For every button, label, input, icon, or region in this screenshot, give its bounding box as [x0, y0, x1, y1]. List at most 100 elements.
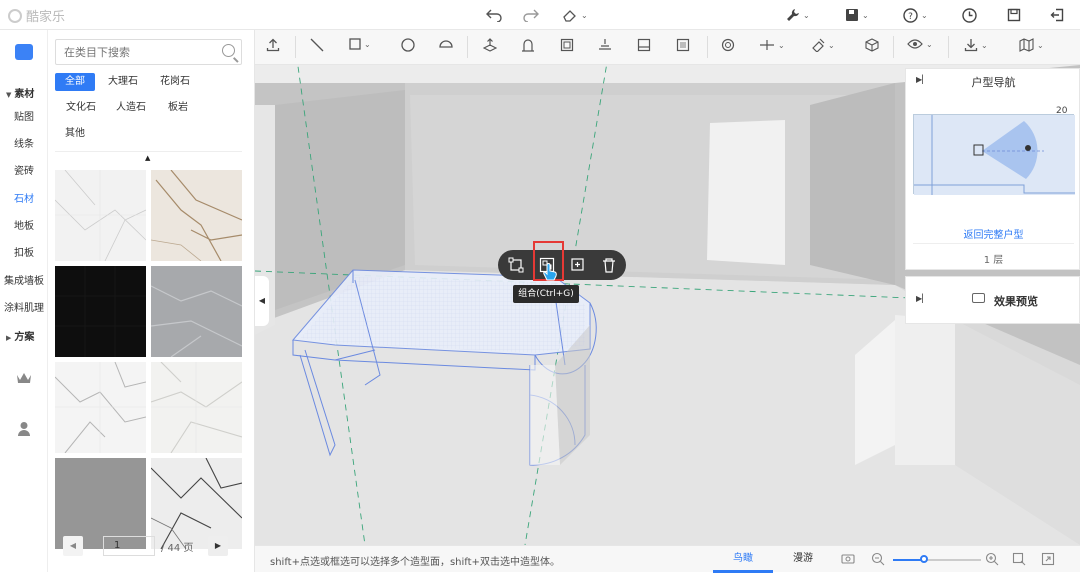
pagination: ◀ 1 / 44 页 ▶ [63, 536, 233, 556]
materials-cube-icon[interactable] [15, 44, 33, 60]
material-tile[interactable] [55, 266, 146, 357]
material-tile[interactable] [151, 362, 242, 453]
floorplan-minimap[interactable] [913, 114, 1075, 195]
redo-icon[interactable] [523, 5, 539, 25]
rotate-icon[interactable] [521, 38, 535, 52]
nav-item-lines[interactable]: 线条 [0, 135, 48, 150]
left-nav: ▼ 素材 贴图 线条 瓷砖 石材 地板 扣板 集成墙板 涂料肌理 ▶ 方案 [0, 30, 48, 572]
circle-icon[interactable] [401, 38, 415, 52]
effect-preview-card[interactable]: ▶▏ 效果预览 [905, 276, 1080, 324]
status-bar: shift+点选或框选可以选择多个造型面，shift+双击选中造型体。 鸟瞰 漫… [255, 545, 1080, 573]
next-page-button[interactable]: ▶ [208, 536, 228, 556]
category-other[interactable]: 其他 [55, 125, 95, 143]
material-tile[interactable] [151, 266, 242, 357]
category-culture-stone[interactable]: 文化石 [56, 99, 106, 117]
push-pull-icon[interactable] [483, 38, 497, 52]
arc-icon[interactable] [439, 38, 453, 48]
model-toolbar: ⌄ ⌄ ⌄ ⌄ ⌄ ⌄ [255, 30, 1080, 65]
align-icon[interactable] [598, 38, 612, 52]
clock-icon[interactable] [962, 5, 977, 25]
search-icon[interactable] [222, 44, 235, 57]
crown-icon[interactable] [16, 372, 32, 387]
nav-group-materials[interactable]: ▼ 素材 [0, 85, 48, 100]
undo-icon[interactable] [486, 5, 502, 25]
category-granite[interactable]: 花岗石 [150, 73, 200, 91]
separator [295, 36, 296, 58]
floorplan-nav-card: ▶▏ 户型导航 20 返回完整户型 1 层 [905, 68, 1080, 270]
nav-item-stone[interactable]: 石材 [0, 190, 48, 205]
save-icon[interactable]: ⌄ [845, 5, 869, 25]
nav-item-wall-panel[interactable]: 集成墙板 [0, 272, 48, 287]
fullscreen-icon[interactable] [1041, 552, 1055, 566]
material-tile[interactable] [55, 362, 146, 453]
select-frame-icon[interactable] [560, 38, 574, 52]
rectangle-icon[interactable]: ⌄ [349, 38, 371, 50]
nav-item-paint[interactable]: 涂料肌理 [0, 299, 48, 314]
divider [913, 243, 1074, 244]
user-icon[interactable] [17, 421, 31, 439]
nav-item-texture[interactable]: 贴图 [0, 108, 48, 123]
materials-panel: 全部 大理石 花岗石 文化石 人造石 板岩 其他 ▲ ◀ 1 / 44 页 ▶ [48, 30, 255, 572]
search-box[interactable] [55, 39, 242, 65]
add-icon[interactable] [570, 257, 586, 273]
page-total: / 44 页 [161, 543, 194, 554]
exit-icon[interactable] [1050, 5, 1064, 25]
transform-icon[interactable] [508, 257, 524, 273]
separator [707, 36, 708, 58]
file-icon[interactable] [1007, 5, 1021, 25]
category-marble[interactable]: 大理石 [98, 73, 148, 91]
zoom-in-icon[interactable] [985, 552, 999, 566]
category-artificial-stone[interactable]: 人造石 [106, 99, 156, 117]
divider [55, 151, 242, 152]
line-icon[interactable] [310, 38, 324, 52]
search-input[interactable] [56, 40, 206, 64]
category-slate[interactable]: 板岩 [158, 99, 198, 117]
back-to-full-plan-link[interactable]: 返回完整户型 [906, 226, 1080, 241]
nav-item-panel[interactable]: 扣板 [0, 244, 48, 259]
camera-icon [972, 293, 985, 303]
wrench-icon[interactable]: ⌄ [786, 5, 810, 25]
cube-icon[interactable] [865, 38, 879, 52]
eye-icon[interactable]: ⌄ [907, 38, 933, 50]
floor-selector[interactable]: 1 层 [906, 251, 1080, 266]
group-tooltip: 组合(Ctrl+G) [513, 285, 579, 303]
tab-birdseye[interactable]: 鸟瞰 [713, 546, 773, 573]
help-icon[interactable]: ? ⌄ [903, 5, 928, 25]
hand-cursor-icon [543, 262, 557, 281]
panel-icon[interactable] [637, 38, 651, 52]
app-logo: 酷家乐 [8, 6, 65, 25]
separator [467, 36, 468, 58]
zoom-slider-knob[interactable] [919, 555, 928, 563]
zoom-slider[interactable] [893, 559, 981, 561]
grid-icon[interactable] [676, 38, 690, 52]
distribute-icon[interactable]: ⌄ [759, 38, 785, 52]
separator [893, 36, 894, 58]
expand-card-icon[interactable]: ▶▏ [916, 294, 928, 303]
page-input[interactable]: 1 [103, 536, 155, 556]
collapse-categories-icon[interactable]: ▲ [145, 154, 150, 162]
separator [948, 36, 949, 58]
collapse-panel-handle[interactable]: ◀ [255, 276, 269, 326]
camera-icon[interactable] [841, 552, 855, 566]
preview-title: 效果预览 [994, 295, 1038, 308]
hint-text: shift+点选或框选可以选择多个造型面，shift+双击选中造型体。 [270, 557, 560, 568]
category-all[interactable]: 全部 [55, 73, 95, 91]
prev-page-button[interactable]: ◀ [63, 536, 83, 556]
download-icon[interactable]: ⌄ [964, 38, 988, 52]
zoom-out-icon[interactable] [871, 552, 885, 566]
upload-icon[interactable] [266, 38, 280, 52]
fit-view-icon[interactable] [1012, 552, 1026, 566]
nav-group-plans[interactable]: ▶ 方案 [0, 328, 48, 343]
nav-item-tiles[interactable]: 瓷砖 [0, 162, 48, 177]
eraser-icon[interactable]: ⌄ [562, 5, 588, 25]
delete-icon[interactable] [601, 257, 617, 273]
map-icon[interactable]: ⌄ [1019, 38, 1044, 52]
spiral-icon[interactable] [721, 38, 735, 52]
tab-walkthrough[interactable]: 漫游 [773, 546, 833, 573]
material-tile[interactable] [55, 170, 146, 261]
nav-item-floor[interactable]: 地板 [0, 217, 48, 232]
material-tile[interactable] [151, 170, 242, 261]
paint-icon[interactable]: ⌄ [811, 38, 835, 52]
app-name: 酷家乐 [26, 10, 66, 25]
nav-card-title: 户型导航 [971, 76, 1016, 89]
